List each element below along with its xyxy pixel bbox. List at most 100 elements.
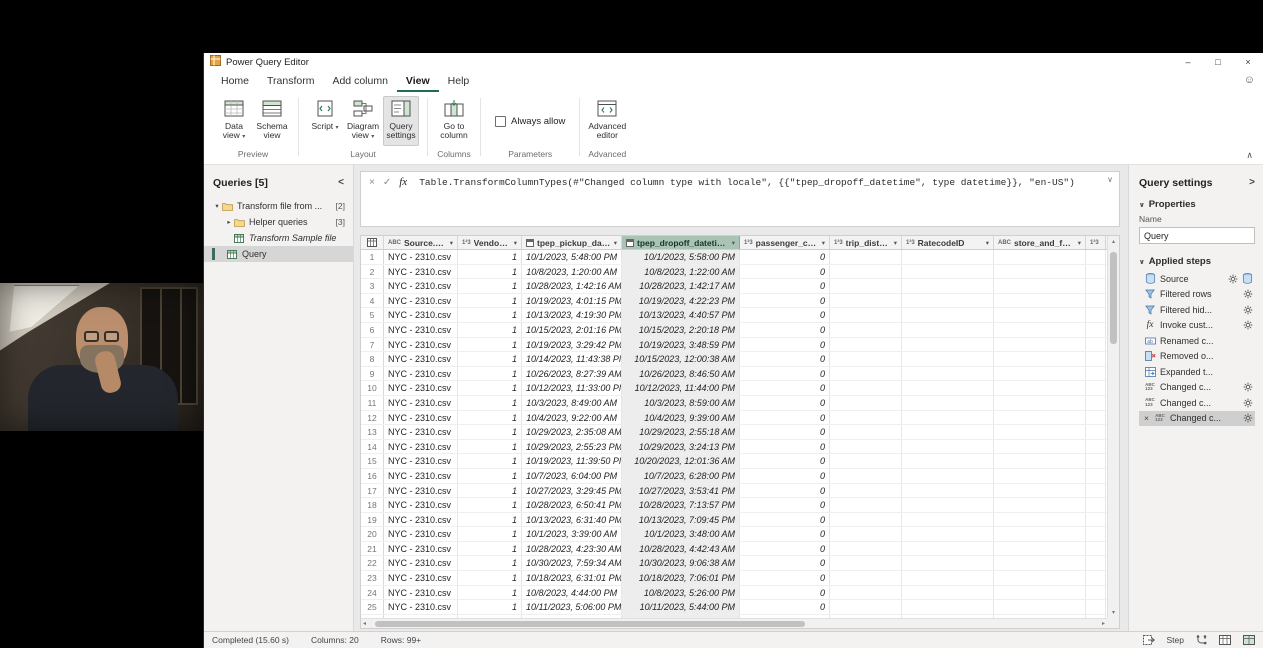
table-row[interactable]: 25NYC - 2310.csv110/11/2023, 5:06:00 PM1… bbox=[361, 600, 1107, 615]
filter-dropdown-icon[interactable]: ▾ bbox=[511, 239, 517, 247]
cell[interactable]: NYC - 2310.csv bbox=[384, 469, 458, 483]
cell[interactable] bbox=[902, 352, 994, 366]
cell[interactable]: 1 bbox=[458, 294, 522, 308]
cell[interactable]: NYC - 2310.csv bbox=[384, 571, 458, 585]
cell[interactable] bbox=[830, 571, 902, 585]
cell[interactable] bbox=[994, 571, 1086, 585]
column-type-icon[interactable]: 1²3 bbox=[906, 240, 915, 246]
cell[interactable]: NYC - 2310.csv bbox=[384, 411, 458, 425]
table-row[interactable]: 10NYC - 2310.csv110/12/2023, 11:33:00 PM… bbox=[361, 381, 1107, 396]
cell[interactable]: 0 bbox=[740, 586, 830, 600]
cell[interactable]: 10/14/2023, 11:43:38 PM bbox=[522, 352, 622, 366]
cell[interactable]: NYC - 2310.csv bbox=[384, 513, 458, 527]
filter-dropdown-icon[interactable]: ▾ bbox=[729, 239, 735, 247]
gear-icon[interactable] bbox=[1243, 320, 1253, 330]
cell[interactable] bbox=[1086, 571, 1106, 585]
applied-steps-section-header[interactable]: ∨ Applied steps bbox=[1139, 256, 1255, 267]
cell[interactable]: 1 bbox=[458, 484, 522, 498]
cell[interactable]: 10/4/2023, 9:22:00 AM bbox=[522, 411, 622, 425]
cell[interactable] bbox=[1086, 556, 1106, 570]
cell[interactable] bbox=[902, 381, 994, 395]
cell[interactable]: 1 bbox=[458, 440, 522, 454]
column-type-icon[interactable]: ABC bbox=[998, 240, 1011, 246]
filter-dropdown-icon[interactable]: ▾ bbox=[983, 239, 989, 247]
data-view-button[interactable]: Data view ▾ bbox=[216, 96, 252, 146]
cell[interactable] bbox=[1086, 586, 1106, 600]
table-row[interactable]: 18NYC - 2310.csv110/28/2023, 6:50:41 PM1… bbox=[361, 498, 1107, 513]
applied-step[interactable]: Filtered rows bbox=[1139, 287, 1255, 303]
cell[interactable]: 1 bbox=[458, 571, 522, 585]
menu-home[interactable]: Home bbox=[212, 71, 258, 92]
cell[interactable] bbox=[994, 279, 1086, 293]
cell[interactable]: 0 bbox=[740, 323, 830, 337]
cell[interactable]: 0 bbox=[740, 367, 830, 381]
cell[interactable] bbox=[902, 279, 994, 293]
cell[interactable]: NYC - 2310.csv bbox=[384, 542, 458, 556]
maximize-button[interactable]: □ bbox=[1203, 53, 1233, 71]
cell[interactable]: 1 bbox=[458, 586, 522, 600]
cell[interactable]: 10/20/2023, 12:01:36 AM bbox=[622, 454, 740, 468]
cell[interactable] bbox=[830, 440, 902, 454]
cell[interactable] bbox=[1086, 250, 1106, 264]
cell[interactable] bbox=[902, 454, 994, 468]
cell[interactable]: 10/19/2023, 11:39:50 PM bbox=[522, 454, 622, 468]
collapse-ribbon-icon[interactable]: ∧ bbox=[1246, 150, 1253, 161]
table-row[interactable]: 9NYC - 2310.csv110/26/2023, 8:27:39 AM10… bbox=[361, 367, 1107, 382]
cell[interactable] bbox=[902, 294, 994, 308]
cell[interactable] bbox=[994, 396, 1086, 410]
table-row[interactable]: 17NYC - 2310.csv110/27/2023, 3:29:45 PM1… bbox=[361, 484, 1107, 499]
cell[interactable] bbox=[830, 381, 902, 395]
cell[interactable]: 10/13/2023, 7:09:45 PM bbox=[622, 513, 740, 527]
cell[interactable]: 0 bbox=[740, 498, 830, 512]
table-row[interactable]: 24NYC - 2310.csv110/8/2023, 4:44:00 PM10… bbox=[361, 586, 1107, 601]
cell[interactable]: NYC - 2310.csv bbox=[384, 279, 458, 293]
cell[interactable]: 1 bbox=[458, 323, 522, 337]
cell[interactable] bbox=[994, 498, 1086, 512]
cell[interactable]: 1 bbox=[458, 513, 522, 527]
cell[interactable] bbox=[1086, 600, 1106, 614]
cell[interactable] bbox=[830, 498, 902, 512]
column-header-tpep_pickup_datetime[interactable]: tpep_pickup_datetime▾ bbox=[522, 236, 622, 249]
cell[interactable] bbox=[994, 265, 1086, 279]
cell[interactable]: NYC - 2310.csv bbox=[384, 600, 458, 614]
cell[interactable] bbox=[830, 338, 902, 352]
cell[interactable]: 0 bbox=[740, 279, 830, 293]
cell[interactable] bbox=[830, 294, 902, 308]
query-item[interactable]: Transform Sample file bbox=[204, 230, 353, 246]
cell[interactable] bbox=[994, 527, 1086, 541]
cell[interactable] bbox=[1086, 352, 1106, 366]
cell[interactable]: NYC - 2310.csv bbox=[384, 425, 458, 439]
cell[interactable]: 1 bbox=[458, 308, 522, 322]
collapse-settings-pane-icon[interactable]: > bbox=[1249, 177, 1255, 189]
cell[interactable]: 0 bbox=[740, 294, 830, 308]
cell[interactable]: 10/15/2023, 12:00:38 AM bbox=[622, 352, 740, 366]
cell[interactable] bbox=[902, 513, 994, 527]
cell[interactable] bbox=[902, 250, 994, 264]
cell[interactable] bbox=[1086, 338, 1106, 352]
advanced-editor-button[interactable]: Advanced editor bbox=[589, 96, 625, 146]
cell[interactable] bbox=[902, 498, 994, 512]
cell[interactable]: 1 bbox=[458, 542, 522, 556]
cell[interactable] bbox=[1086, 323, 1106, 337]
cell[interactable]: 1 bbox=[458, 352, 522, 366]
column-header-trip_distance[interactable]: 1²3trip_distance▾ bbox=[830, 236, 902, 249]
cell[interactable] bbox=[902, 323, 994, 337]
branch-flow-icon[interactable] bbox=[1196, 635, 1207, 645]
cell[interactable] bbox=[830, 484, 902, 498]
cell[interactable]: 10/3/2023, 8:49:00 AM bbox=[522, 396, 622, 410]
cell[interactable] bbox=[994, 250, 1086, 264]
cell[interactable] bbox=[994, 425, 1086, 439]
table-row[interactable]: 5NYC - 2310.csv110/13/2023, 4:19:30 PM10… bbox=[361, 308, 1107, 323]
cell[interactable] bbox=[994, 542, 1086, 556]
table-row[interactable]: 8NYC - 2310.csv110/14/2023, 11:43:38 PM1… bbox=[361, 352, 1107, 367]
cell[interactable]: NYC - 2310.csv bbox=[384, 527, 458, 541]
cell[interactable]: NYC - 2310.csv bbox=[384, 586, 458, 600]
applied-step[interactable]: Filtered hid... bbox=[1139, 302, 1255, 318]
column-header-source.name[interactable]: ABCSource.Name▾ bbox=[384, 236, 458, 249]
cell[interactable]: 0 bbox=[740, 265, 830, 279]
cell[interactable] bbox=[994, 600, 1086, 614]
cell[interactable] bbox=[902, 484, 994, 498]
cell[interactable]: 10/19/2023, 4:01:15 PM bbox=[522, 294, 622, 308]
query-item[interactable]: ▸Helper queries[3] bbox=[204, 214, 353, 230]
cell[interactable]: 10/11/2023, 5:44:00 PM bbox=[622, 600, 740, 614]
